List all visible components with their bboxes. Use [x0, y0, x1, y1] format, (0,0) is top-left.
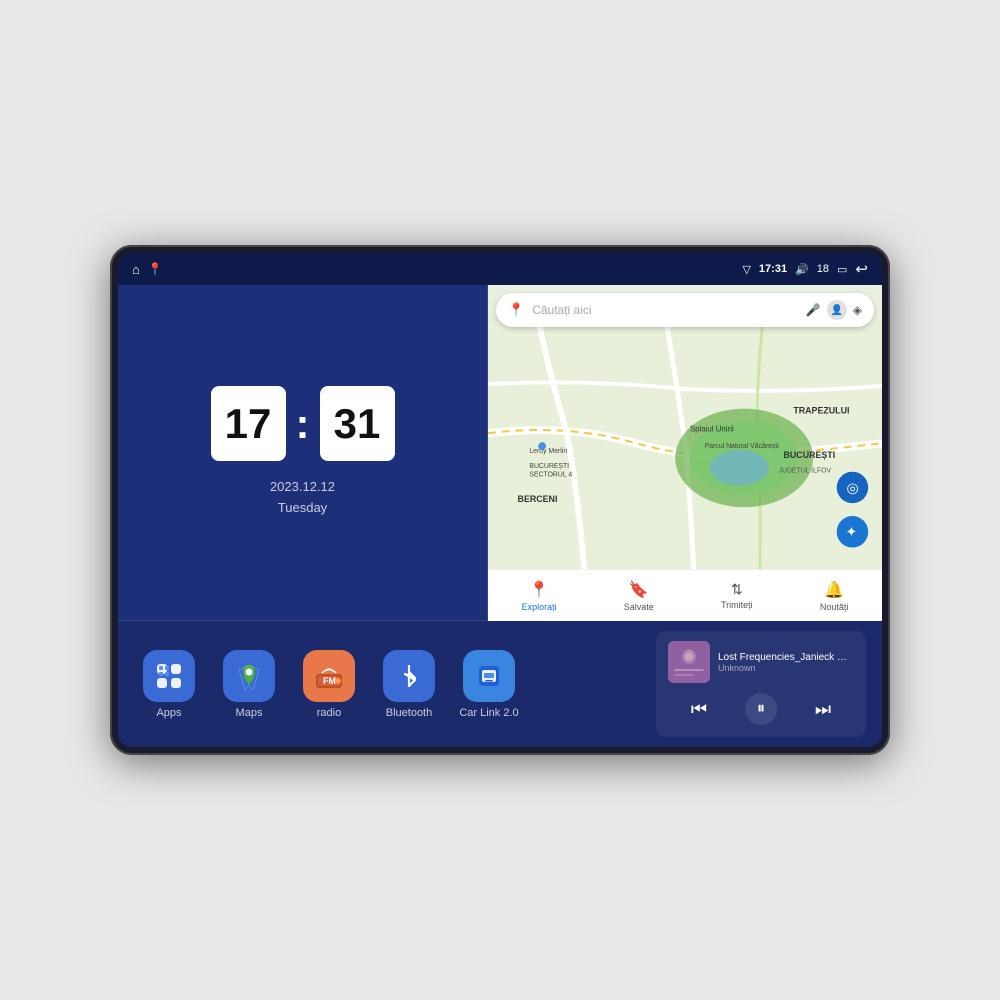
explore-icon: 📍: [529, 580, 549, 600]
map-area: Splaiul Unirii Parcul Natural Văcărești …: [488, 285, 882, 621]
app-item-carlink[interactable]: Car Link 2.0: [454, 650, 524, 719]
clock-widget: 17 : 31 2023.12.12 Tuesday: [118, 285, 488, 621]
account-icon[interactable]: 👤: [827, 300, 847, 320]
radio-icon-wrap: FM: [303, 650, 355, 702]
send-icon: ⇅: [731, 581, 743, 598]
music-player: Lost Frequencies_Janieck Devy-... Unknow…: [656, 631, 866, 737]
music-top: Lost Frequencies_Janieck Devy-... Unknow…: [668, 641, 854, 683]
app-label-apps: Apps: [156, 707, 181, 719]
status-right: ▽ 17:31 🔊 18 ▭ ↩: [742, 260, 868, 278]
clock-minutes: 31: [320, 386, 395, 461]
apps-section: Apps Maps: [134, 650, 656, 719]
radio-app-icon: FM: [314, 662, 344, 690]
app-item-maps[interactable]: Maps: [214, 650, 284, 719]
microphone-icon[interactable]: 🎤: [806, 303, 821, 317]
carlink-app-icon: [475, 662, 503, 690]
home-icon[interactable]: ⌂: [132, 262, 140, 277]
explore-label: Explorați: [522, 602, 557, 612]
svg-text:FM: FM: [323, 676, 336, 686]
status-left: ⌂ 📍: [132, 262, 163, 277]
music-artist: Unknown: [718, 663, 854, 673]
app-item-radio[interactable]: FM radio: [294, 650, 364, 719]
svg-text:✦: ✦: [846, 525, 858, 540]
maps-icon-wrap: [223, 650, 275, 702]
volume-icon: 🔊: [795, 263, 809, 276]
map-search-placeholder[interactable]: Căutați aici: [532, 303, 798, 317]
bluetooth-app-icon: [395, 662, 423, 690]
map-nav-explore[interactable]: 📍 Explorați: [522, 580, 557, 612]
svg-text:BERCENI: BERCENI: [518, 494, 558, 504]
apps-row: Apps Maps: [118, 621, 882, 747]
news-icon: 🔔: [824, 580, 844, 600]
battery-level: 18: [817, 263, 829, 275]
time-display: 17:31: [759, 263, 787, 275]
svg-text:Splaiul Unirii: Splaiul Unirii: [690, 424, 734, 433]
map-search-bar[interactable]: 📍 Căutați aici 🎤 👤 ◈: [496, 293, 874, 327]
maps-pin-icon[interactable]: 📍: [148, 262, 163, 276]
map-nav-news[interactable]: 🔔 Noutăți: [820, 580, 849, 612]
music-title: Lost Frequencies_Janieck Devy-...: [718, 652, 854, 663]
svg-text:◎: ◎: [847, 480, 859, 495]
status-bar: ⌂ 📍 ▽ 17:31 🔊 18 ▭ ↩: [118, 253, 882, 285]
clock-hours: 17: [211, 386, 286, 461]
battery-icon: ▭: [837, 263, 847, 276]
saved-icon: 🔖: [629, 580, 649, 600]
music-next-button[interactable]: ⏭: [807, 693, 839, 725]
svg-text:TRAPEZULUI: TRAPEZULUI: [793, 406, 849, 416]
saved-label: Salvate: [624, 602, 654, 612]
music-controls: ⏮ ⏸ ⏭: [668, 691, 854, 727]
svg-text:SECTORUL 4: SECTORUL 4: [529, 472, 572, 479]
svg-text:BUCUREȘTI: BUCUREȘTI: [529, 463, 569, 470]
music-prev-button[interactable]: ⏮: [683, 693, 715, 725]
map-search-icons: 🎤 👤 ◈: [806, 300, 862, 320]
map-nav-send[interactable]: ⇅ Trimiteți: [721, 581, 753, 610]
send-label: Trimiteți: [721, 600, 753, 610]
svg-text:Leroy Merlin: Leroy Merlin: [529, 448, 567, 455]
map-widget[interactable]: Splaiul Unirii Parcul Natural Văcărești …: [488, 285, 882, 621]
app-label-maps: Maps: [236, 707, 263, 719]
app-item-apps[interactable]: Apps: [134, 650, 204, 719]
map-pin-small-icon: 📍: [508, 302, 524, 318]
carlink-icon-wrap: [463, 650, 515, 702]
news-label: Noutăți: [820, 602, 849, 612]
svg-text:JUDEȚUL ILFOV: JUDEȚUL ILFOV: [779, 468, 832, 475]
map-nav-saved[interactable]: 🔖 Salvate: [624, 580, 654, 612]
app-label-radio: radio: [317, 707, 341, 719]
music-art-icon: [668, 641, 710, 683]
device-frame: ⌂ 📍 ▽ 17:31 🔊 18 ▭ ↩ 17 : 31: [110, 245, 890, 755]
bluetooth-icon-wrap: [383, 650, 435, 702]
main-content: 17 : 31 2023.12.12 Tuesday: [118, 285, 882, 747]
apps-icon-wrap: [143, 650, 195, 702]
music-play-button[interactable]: ⏸: [745, 693, 777, 725]
device-screen: ⌂ 📍 ▽ 17:31 🔊 18 ▭ ↩ 17 : 31: [118, 253, 882, 747]
app-label-carlink: Car Link 2.0: [459, 707, 518, 719]
clock-digits: 17 : 31: [211, 386, 395, 461]
app-label-bluetooth: Bluetooth: [386, 707, 432, 719]
back-icon[interactable]: ↩: [855, 260, 868, 278]
clock-colon: :: [296, 400, 310, 448]
music-info: Lost Frequencies_Janieck Devy-... Unknow…: [718, 652, 854, 673]
apps-grid-icon: [155, 662, 183, 690]
signal-icon: ▽: [742, 263, 750, 276]
music-thumbnail: [668, 641, 710, 683]
app-item-bluetooth[interactable]: Bluetooth: [374, 650, 444, 719]
map-bottom-nav: 📍 Explorați 🔖 Salvate ⇅ Trimiteți 🔔: [488, 569, 882, 621]
layers-icon[interactable]: ◈: [853, 303, 862, 317]
maps-app-icon: [235, 662, 263, 690]
clock-date: 2023.12.12 Tuesday: [270, 477, 335, 519]
svg-text:Parcul Natural Văcărești: Parcul Natural Văcărești: [705, 443, 780, 450]
svg-text:BUCUREȘTI: BUCUREȘTI: [784, 450, 836, 460]
